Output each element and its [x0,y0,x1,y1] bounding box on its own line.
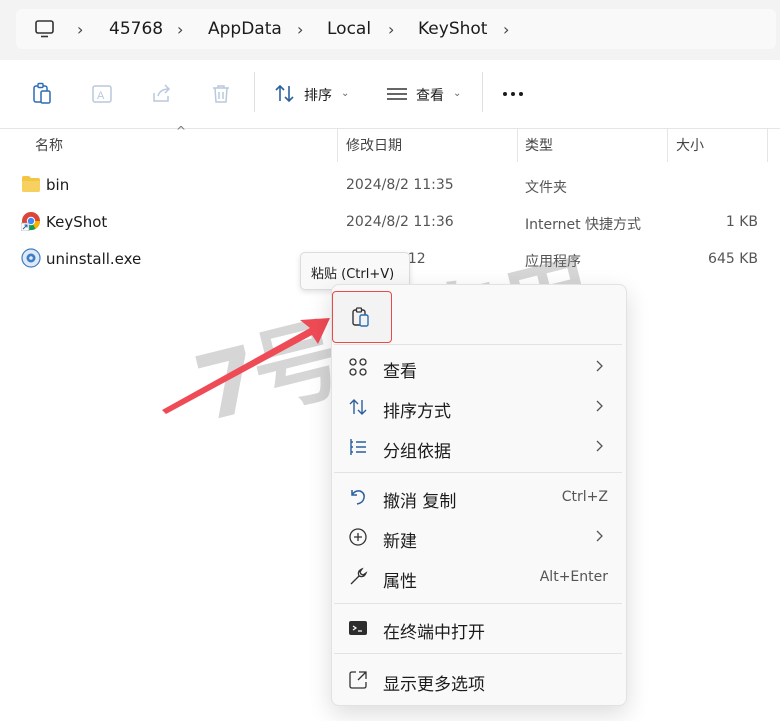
menu-label: 查看 [383,362,417,382]
chevron-right-icon [596,400,603,412]
file-size: 1 KB [725,214,758,230]
file-type: Internet 快捷方式 [525,217,642,233]
paste-button[interactable] [332,291,392,343]
uninstaller-icon [21,248,41,268]
menu-label: 显示更多选项 [383,675,485,695]
paste-icon [352,307,369,327]
this-pc-icon[interactable] [34,19,56,39]
file-name: bin [46,176,70,194]
menu-divider [334,344,622,345]
more-options-icon[interactable] [500,81,526,107]
breadcrumb-keyshot[interactable]: KeyShot [418,19,487,39]
menu-divider [334,603,622,604]
context-menu: 查看 排序方式 分组依据 撤消 复制 Ctrl+Z 新建 属性 Alt+Ente… [331,284,627,706]
file-date: 2024/8/2 11:35 [346,177,454,193]
menu-item-view[interactable]: 查看 [332,348,626,386]
undo-icon [351,490,365,505]
sort-icon[interactable] [272,81,298,107]
chevron-right-icon [596,360,603,372]
column-header-name[interactable]: 名称 [35,135,63,155]
sort-button[interactable]: 排序 [304,85,332,105]
chevron-right-icon: › [388,20,395,39]
wrench-icon [350,567,368,585]
sort-up-icon: ^ [176,124,187,138]
toolbar-divider [254,72,255,112]
column-header-date[interactable]: 修改日期 [346,135,402,155]
sort-icon [349,399,367,415]
paste-icon[interactable] [29,81,55,107]
folder-icon [22,176,40,192]
terminal-icon [349,621,367,635]
menu-item-new[interactable]: 新建 [332,518,626,556]
file-name: KeyShot [46,213,108,231]
file-type: 应用程序 [525,254,581,270]
menu-item-group-by[interactable]: 分组依据 [332,428,626,466]
column-header-size[interactable]: 大小 [676,135,704,155]
menu-item-open-terminal[interactable]: 在终端中打开 [332,609,626,647]
file-type: 文件夹 [525,180,567,196]
file-name: uninstall.exe [46,250,142,268]
column-divider[interactable] [667,128,668,162]
chevron-right-icon: › [177,20,184,39]
annotation-arrow-icon [162,318,330,414]
column-header-type[interactable]: 类型 [525,135,553,155]
column-divider[interactable] [767,128,768,162]
menu-divider [334,472,622,473]
column-divider[interactable] [337,128,338,162]
delete-icon[interactable] [208,81,234,107]
menu-shortcut: Alt+Enter [539,569,608,585]
chevron-down-icon: ⌄ [341,88,350,99]
group-icon [350,439,366,455]
breadcrumb-45768[interactable]: 45768 [109,19,163,39]
menu-label: 新建 [383,532,417,552]
file-date: 2024/8/2 11:36 [346,214,454,230]
menu-label: 在终端中打开 [383,623,485,643]
menu-item-properties[interactable]: 属性 Alt+Enter [332,558,626,596]
menu-item-undo[interactable]: 撤消 复制 Ctrl+Z [332,478,626,516]
command-bar: A 排序 ⌄ 查看 ⌄ [0,60,780,129]
file-size: 645 KB [708,251,758,267]
chevron-right-icon: › [297,20,304,39]
column-divider[interactable] [517,128,518,162]
chrome-shortcut-icon [21,212,41,231]
chevron-down-icon: ⌄ [453,88,462,99]
menu-divider [334,653,622,654]
grid-icon [349,358,367,376]
chevron-right-icon [596,530,603,542]
share-icon[interactable] [149,81,175,107]
menu-item-more-options[interactable]: 显示更多选项 [332,661,626,699]
plus-circle-icon [349,528,367,546]
rename-icon[interactable]: A [89,81,115,107]
show-more-options-icon [349,671,367,689]
breadcrumb-appdata[interactable]: AppData [208,19,282,39]
toolbar-divider [482,72,483,112]
menu-label: 分组依据 [383,442,451,462]
chevron-right-icon: › [77,20,84,39]
menu-shortcut: Ctrl+Z [561,489,608,505]
menu-item-sort-by[interactable]: 排序方式 [332,388,626,426]
svg-text:A: A [97,90,105,102]
tooltip-text: 粘贴 (Ctrl+V) [311,267,395,282]
menu-label: 属性 [383,572,417,592]
chevron-right-icon[interactable]: › [503,20,509,39]
breadcrumb-local[interactable]: Local [327,19,371,39]
menu-label: 排序方式 [383,402,451,422]
view-icon[interactable] [384,81,410,107]
address-bar: › 45768 › AppData › Local › KeyShot › [0,0,780,60]
menu-label: 撤消 复制 [383,492,457,512]
view-button[interactable]: 查看 [416,85,444,105]
chevron-right-icon [596,440,603,452]
